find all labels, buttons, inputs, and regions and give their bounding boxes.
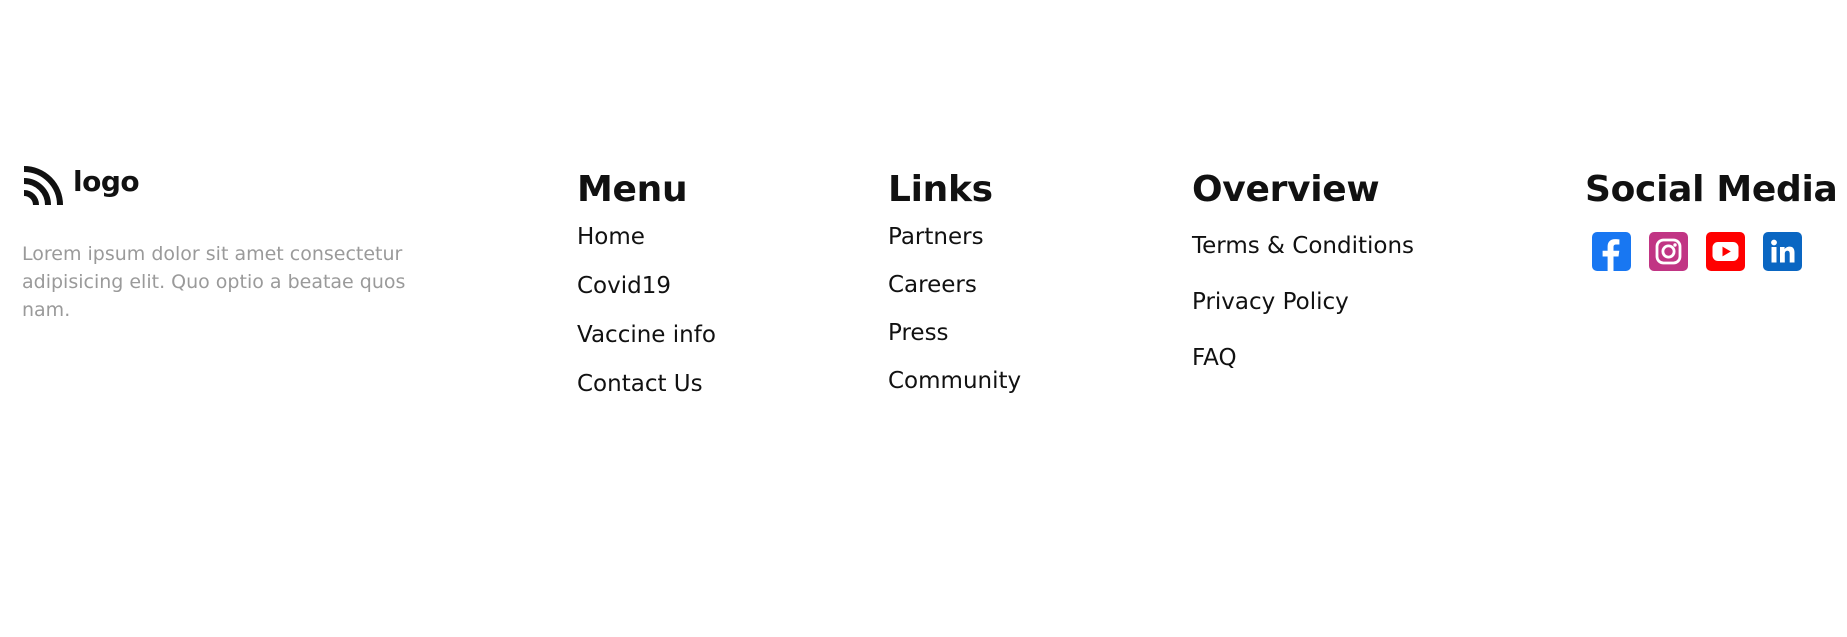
linkedin-icon[interactable] [1763, 232, 1802, 271]
list-item: Careers [888, 272, 1021, 320]
footer-column-overview: Overview Terms & Conditions Privacy Poli… [1192, 168, 1414, 401]
list-item: Home [577, 224, 716, 273]
footer-brand: logo Lorem ipsum dolor sit amet consecte… [22, 165, 422, 343]
footer-column-social: Social Media [1585, 168, 1838, 271]
links-list: Partners Careers Press Community [888, 224, 1021, 416]
list-item: Covid19 [577, 273, 716, 322]
list-item: Privacy Policy [1192, 289, 1414, 345]
site-footer: logo Lorem ipsum dolor sit amet consecte… [0, 0, 1847, 637]
facebook-icon[interactable] [1592, 232, 1631, 271]
youtube-icon[interactable] [1706, 232, 1745, 271]
links-link-partners[interactable]: Partners [888, 224, 984, 250]
instagram-icon[interactable] [1649, 232, 1688, 271]
list-item: Vaccine info [577, 322, 716, 371]
links-link-press[interactable]: Press [888, 320, 949, 346]
footer-column-menu: Menu Home Covid19 Vaccine info Contact U… [577, 168, 716, 420]
column-title-menu: Menu [577, 169, 688, 210]
overview-link-faq[interactable]: FAQ [1192, 345, 1237, 371]
list-item: Press [888, 320, 1021, 368]
menu-link-contact-us[interactable]: Contact Us [577, 371, 703, 397]
list-item: Terms & Conditions [1192, 233, 1414, 289]
list-item: Contact Us [577, 371, 716, 420]
menu-link-covid19[interactable]: Covid19 [577, 273, 671, 299]
menu-link-home[interactable]: Home [577, 224, 645, 250]
logo-icon [22, 165, 63, 207]
overview-link-privacy[interactable]: Privacy Policy [1192, 289, 1349, 315]
list-item: Community [888, 368, 1021, 416]
links-link-community[interactable]: Community [888, 368, 1021, 394]
overview-list: Terms & Conditions Privacy Policy FAQ [1192, 233, 1414, 401]
social-icons [1592, 232, 1838, 271]
brand-name: logo [73, 165, 140, 198]
footer-column-links: Links Partners Careers Press Community [888, 168, 1021, 416]
list-item: FAQ [1192, 345, 1414, 401]
overview-link-terms[interactable]: Terms & Conditions [1192, 233, 1414, 259]
brand-logo-link[interactable]: logo [22, 165, 422, 207]
menu-list: Home Covid19 Vaccine info Contact Us [577, 224, 716, 420]
list-item: Partners [888, 224, 1021, 272]
menu-link-vaccine-info[interactable]: Vaccine info [577, 322, 716, 348]
links-link-careers[interactable]: Careers [888, 272, 977, 298]
column-title-overview: Overview [1192, 169, 1380, 210]
column-title-links: Links [888, 169, 993, 210]
brand-description: Lorem ipsum dolor sit amet consectetur a… [22, 243, 406, 321]
column-title-social: Social Media [1585, 169, 1838, 210]
